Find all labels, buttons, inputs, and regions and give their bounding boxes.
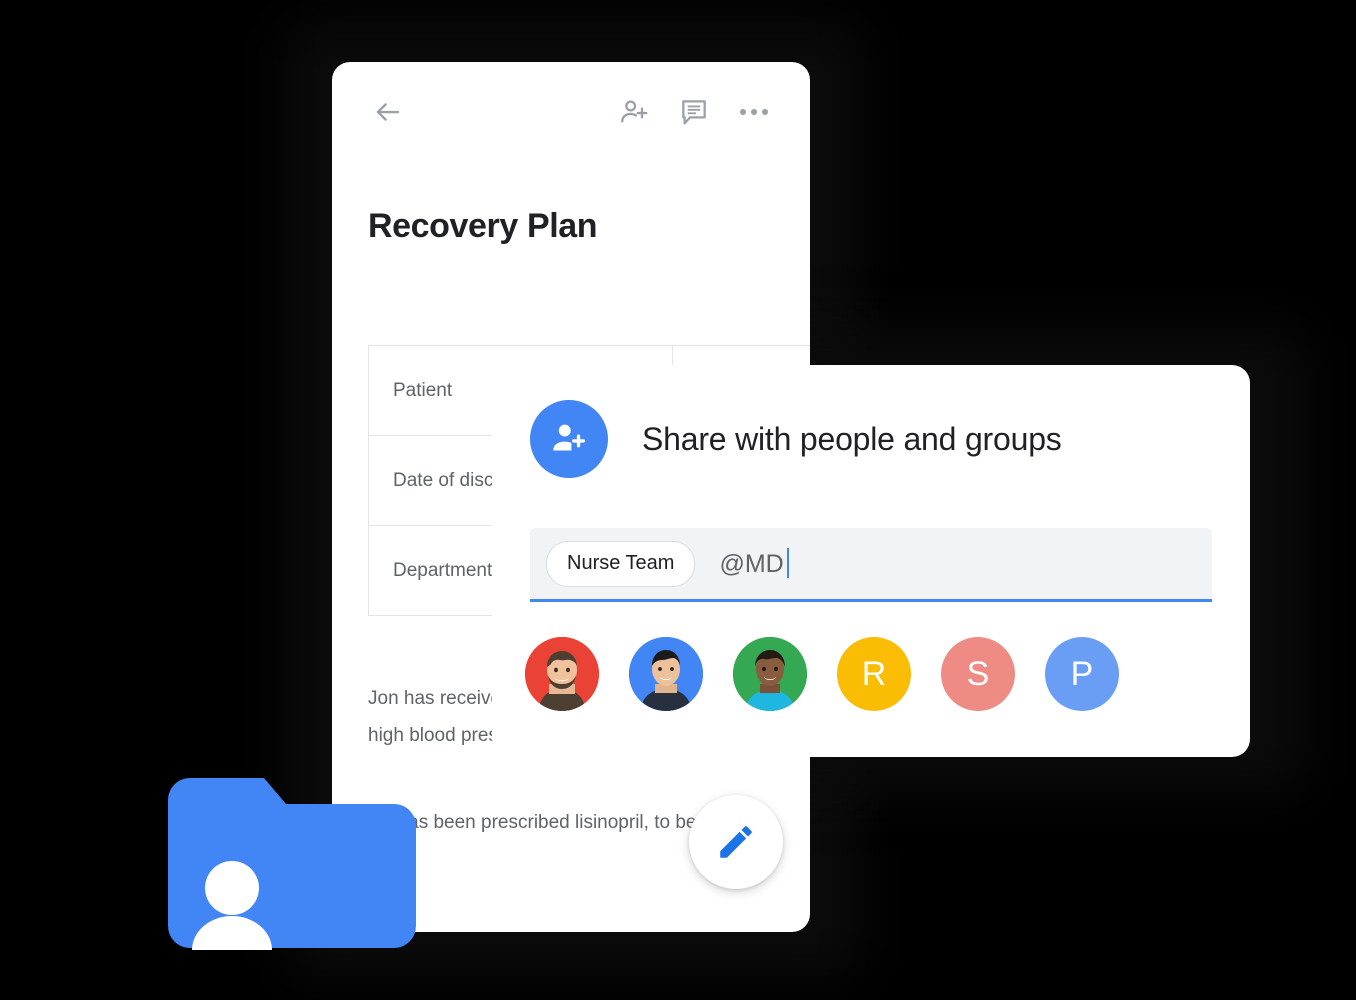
- share-dialog-title: Share with people and groups: [642, 420, 1062, 457]
- back-arrow-icon[interactable]: [368, 92, 408, 132]
- person-add-icon[interactable]: [614, 92, 654, 132]
- recipient-chip-nurse-team[interactable]: Nurse Team: [546, 540, 696, 587]
- comment-icon[interactable]: [674, 92, 714, 132]
- recipients-input-field[interactable]: Nurse Team @MD: [530, 528, 1212, 602]
- person-add-icon: [530, 400, 608, 478]
- suggested-person-5[interactable]: S: [941, 637, 1015, 711]
- suggested-people-row: R S P: [525, 637, 1119, 711]
- document-toolbar: [332, 62, 810, 162]
- share-dialog: Share with people and groups Nurse Team …: [492, 365, 1250, 757]
- page-title: Recovery Plan: [368, 207, 598, 245]
- more-options-icon[interactable]: [734, 92, 774, 132]
- suggested-person-4[interactable]: R: [837, 637, 911, 711]
- avatar-initial: S: [966, 654, 990, 693]
- recipients-input-value: @MD: [719, 548, 789, 579]
- recipients-input-typed-text: @MD: [719, 550, 784, 578]
- avatar-initial: R: [861, 654, 887, 693]
- avatar-initial: P: [1070, 654, 1094, 693]
- suggested-person-6[interactable]: P: [1045, 637, 1119, 711]
- share-dialog-header: Share with people and groups: [530, 400, 1062, 478]
- text-cursor: [786, 548, 789, 578]
- edit-fab-button[interactable]: [689, 795, 783, 889]
- more-options-dots: [740, 109, 768, 115]
- screenshot-stage: Recovery Plan Patient Jon Nowak Date of …: [0, 0, 1356, 1000]
- pencil-edit-icon: [720, 826, 752, 858]
- suggested-person-3[interactable]: [733, 637, 807, 711]
- suggested-person-1[interactable]: [525, 637, 599, 711]
- suggested-person-2[interactable]: [629, 637, 703, 711]
- contacts-folder-icon: [168, 778, 416, 970]
